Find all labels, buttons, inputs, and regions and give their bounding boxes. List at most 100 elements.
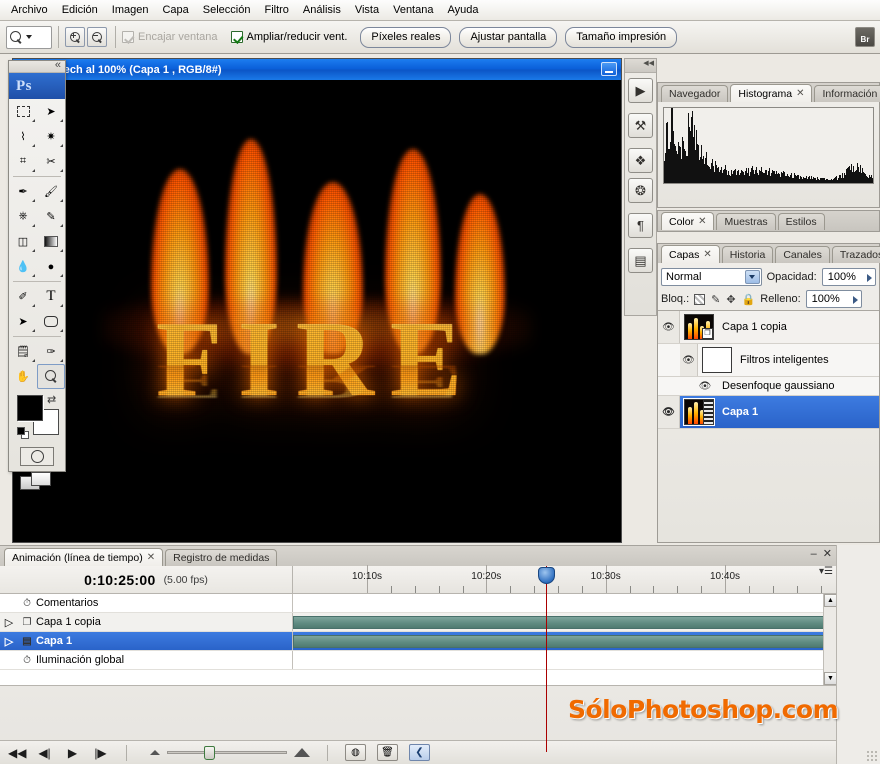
expand-triangle-icon[interactable]: ▷	[0, 616, 18, 629]
tool-eraser[interactable]: ◫	[9, 229, 37, 254]
expand-triangle-icon[interactable]: ▷	[0, 635, 18, 648]
zoom-in-timeline-icon[interactable]	[294, 748, 310, 757]
toggle-onion-skins-button[interactable]: ◍	[345, 744, 366, 761]
previous-frame-button[interactable]: ◀|	[36, 746, 53, 760]
fill-input[interactable]: 100%	[805, 290, 862, 308]
lock-all-icon[interactable]: 🔒	[742, 293, 756, 306]
resize-window-checkbox[interactable]	[122, 31, 134, 43]
opacity-input[interactable]: 100%	[821, 268, 876, 286]
tool-gradient[interactable]	[37, 229, 65, 254]
tool-slice[interactable]: ✂	[37, 149, 65, 174]
menu-item-edicion[interactable]: Edición	[55, 1, 105, 19]
panel-menu-button[interactable]: ▾☰	[819, 566, 833, 577]
tool-preset-picker[interactable]	[6, 25, 52, 49]
zoom-out-timeline-icon[interactable]	[150, 750, 160, 755]
tab-canales[interactable]: Canales	[775, 246, 830, 263]
playhead-handle[interactable]	[538, 567, 555, 584]
next-frame-button[interactable]: |▶	[92, 746, 109, 760]
screen-mode-button[interactable]	[9, 472, 65, 492]
blend-mode-select[interactable]: Normal	[661, 268, 762, 286]
menu-item-analisis[interactable]: Análisis	[296, 1, 348, 19]
layer-visibility-toggle[interactable]: 👁	[680, 344, 698, 376]
delete-keyframes-button[interactable]: 🗑	[377, 744, 398, 761]
menu-item-capa[interactable]: Capa	[155, 1, 195, 19]
zoom-window-checkbox-group[interactable]: Ampliar/reducir vent.	[230, 31, 347, 43]
list-item[interactable]: ▷ ❐ Capa 1 copia	[0, 613, 836, 632]
chevron-down-icon[interactable]	[744, 270, 760, 284]
list-item[interactable]: ⏱ Comentarios	[0, 594, 836, 613]
minimize-icon[interactable]: –	[811, 548, 817, 560]
tab-color[interactable]: Color ✕	[661, 212, 715, 230]
actual-pixels-button[interactable]: Píxeles reales	[360, 26, 452, 48]
timeline-zoom-slider[interactable]	[150, 746, 310, 760]
stopwatch-icon[interactable]: ⏱	[18, 655, 36, 666]
lock-position-icon[interactable]: ✥	[726, 293, 735, 306]
tab-informacion[interactable]: Información	[814, 85, 880, 102]
zoom-in-button[interactable]	[65, 27, 85, 47]
tool-notes[interactable]: 🗒	[9, 339, 37, 364]
tool-dodge[interactable]: ●	[37, 254, 65, 279]
tool-eyedropper[interactable]: ✑	[37, 339, 65, 364]
tab-capas[interactable]: Capas ✕	[661, 245, 720, 263]
layer-visibility-toggle[interactable]: 👁	[658, 396, 680, 428]
timeline-ruler[interactable]: 10:10s 10:20s 10:30s 10:40s	[293, 565, 836, 752]
tab-trazados[interactable]: Trazados	[831, 246, 880, 263]
zoom-slider-thumb[interactable]	[204, 746, 215, 760]
default-colors-icon[interactable]	[17, 427, 29, 439]
lock-image-pixels-icon[interactable]: ✎	[711, 293, 720, 306]
close-icon[interactable]: ✕	[147, 552, 155, 563]
tool-zoom[interactable]	[37, 364, 65, 389]
tool-rectangular-marquee[interactable]	[9, 99, 37, 124]
tool-clone-stamp[interactable]: ⎈	[9, 204, 37, 229]
tool-magic-wand[interactable]: ✷	[37, 124, 65, 149]
playhead[interactable]	[538, 566, 555, 752]
tool-brush[interactable]: 🖌	[37, 179, 65, 204]
lock-transparent-pixels-icon[interactable]	[694, 293, 706, 305]
list-item[interactable]: ▷ ▤ Capa 1	[0, 632, 836, 651]
zoom-slider-track[interactable]	[167, 746, 287, 760]
close-icon[interactable]: ✕	[823, 547, 832, 560]
layer-comps-panel-icon[interactable]: ▤	[628, 248, 653, 273]
bridge-icon[interactable]: Br	[855, 27, 875, 47]
swap-colors-icon[interactable]: ⇄	[47, 393, 56, 406]
layer-duration-bar[interactable]	[293, 616, 836, 629]
tab-histograma[interactable]: Histograma ✕	[730, 84, 813, 102]
minimize-button[interactable]	[601, 62, 617, 76]
quick-mask-mode-button[interactable]	[9, 447, 65, 466]
tab-navegador[interactable]: Navegador	[661, 85, 729, 102]
timeline-vertical-scrollbar[interactable]: ▲ ▼	[823, 594, 836, 685]
table-row[interactable]: 👁 Capa 1	[658, 396, 879, 429]
close-icon[interactable]: ✕	[796, 88, 804, 99]
tool-presets-panel-icon[interactable]: ⚒	[628, 113, 653, 138]
table-row[interactable]: 👁 ❐ Capa 1 copia	[658, 311, 879, 344]
play-button[interactable]: ▶	[64, 746, 81, 760]
tab-registro-de-medidas[interactable]: Registro de medidas	[165, 549, 278, 566]
tab-estilos[interactable]: Estilos	[777, 213, 825, 230]
convert-to-frame-animation-button[interactable]: ❮	[409, 744, 430, 761]
tool-type[interactable]: T	[37, 284, 65, 309]
menu-item-imagen[interactable]: Imagen	[105, 1, 156, 19]
dock-collapse-handle[interactable]	[625, 59, 656, 73]
resize-window-checkbox-group[interactable]: Encajar ventana	[122, 31, 218, 43]
scroll-up-button[interactable]: ▲	[824, 594, 836, 607]
list-item[interactable]: ⏱ Iluminación global	[0, 651, 836, 670]
layer-visibility-toggle[interactable]: 👁	[658, 311, 680, 343]
close-icon[interactable]: ✕	[698, 216, 706, 227]
tool-pen[interactable]: ✐	[9, 284, 37, 309]
zoom-out-button[interactable]	[87, 27, 107, 47]
brushes-panel-icon[interactable]: ❖	[628, 148, 653, 173]
fill-slider-arrow-icon[interactable]	[852, 296, 858, 304]
tool-move[interactable]: ➤	[37, 99, 65, 124]
layer-duration-bar[interactable]	[293, 635, 836, 648]
resize-grip[interactable]	[866, 750, 877, 761]
clone-source-panel-icon[interactable]: ❂	[628, 178, 653, 203]
timecode-area[interactable]: 0:10:25:00 (5.00 fps)	[0, 566, 293, 593]
tool-lasso[interactable]: ⌇	[9, 124, 37, 149]
tool-hand[interactable]: ✋	[9, 364, 37, 389]
tab-historia[interactable]: Historia	[721, 246, 774, 263]
tab-animacion-linea-de-tiempo[interactable]: Animación (línea de tiempo) ✕	[4, 548, 164, 566]
actions-panel-icon[interactable]: ▶	[628, 78, 653, 103]
menu-item-archivo[interactable]: Archivo	[4, 1, 55, 19]
zoom-window-checkbox[interactable]	[230, 31, 243, 43]
rewind-to-start-button[interactable]: ◀◀	[8, 746, 26, 760]
